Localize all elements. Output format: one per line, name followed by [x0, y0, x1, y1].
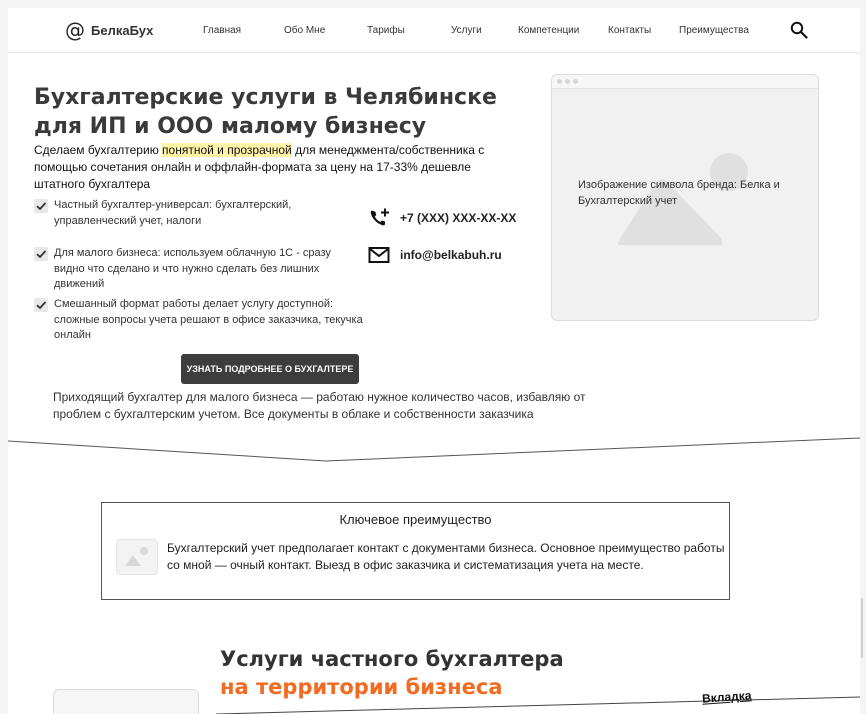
section-divider — [8, 437, 860, 462]
nav-item-advantages[interactable]: Преимущества — [679, 25, 749, 36]
checkmark-icon — [34, 199, 48, 213]
phone-add-icon — [370, 208, 389, 226]
browser-bar — [552, 75, 818, 89]
nav-item-services[interactable]: Услуги — [451, 25, 482, 36]
checkmark-icon — [34, 298, 48, 312]
nav-item-contacts[interactable]: Контакты — [608, 25, 651, 36]
contact-phone[interactable]: +7 (XXX) XXX-XX-XX — [368, 207, 516, 229]
email-address: info@belkabuh.ru — [400, 248, 502, 262]
scrollbar[interactable] — [861, 598, 863, 658]
mail-icon — [368, 247, 390, 263]
image-caption: Изображение символа бренда: Белка и Бухг… — [578, 179, 780, 207]
brand-image-placeholder: Изображение символа бренда: Белка и Бухг… — [551, 74, 819, 321]
learn-more-button[interactable]: УЗНАТЬ ПОДРОБНЕЕ О БУХГАЛТЕРЕ — [181, 354, 359, 384]
logo[interactable]: @ БелкаБух — [65, 20, 153, 40]
image-placeholder-icon — [116, 539, 158, 575]
services-title-part1: Услуги — [220, 647, 311, 671]
contact-email[interactable]: info@belkabuh.ru — [368, 246, 502, 264]
hero-subtitle-highlight: понятной и прозрачной — [162, 143, 292, 157]
site-header: @ БелкаБух Главная Обо Мне Тарифы Услуги… — [8, 8, 860, 53]
nav-item-competencies[interactable]: Компетенции — [518, 25, 579, 36]
search-icon[interactable] — [790, 21, 808, 39]
key-advantage-box: Ключевое преимущество Бухгалтерский учет… — [101, 502, 730, 600]
hero-subtitle-pre: Сделаем бухгалтерию — [34, 143, 163, 157]
hero-title: Бухгалтерские услуги в Челябинске для ИП… — [34, 85, 497, 139]
hero-subtitle: Сделаем бухгалтерию понятной и прозрачно… — [34, 142, 504, 193]
nav-item-pricing[interactable]: Тарифы — [367, 25, 405, 36]
logo-text: БелкаБух — [91, 22, 154, 38]
check-item: Смешанный формат работы делает услугу до… — [34, 297, 364, 344]
check-item-text: Смешанный формат работы делает услугу до… — [54, 298, 363, 341]
check-item: Для малого бизнеса: используем облачную … — [34, 246, 364, 293]
check-item-text: Для малого бизнеса: используем облачную … — [54, 247, 331, 290]
phone-number: +7 (XXX) XXX-XX-XX — [400, 211, 517, 225]
key-advantage-title: Ключевое преимущество — [339, 512, 492, 527]
main-content: Бухгалтерские услуги в Челябинске для ИП… — [8, 53, 863, 714]
hero-note: Приходящий бухгалтер для малого бизнеса … — [53, 390, 586, 421]
services-title-part2: частного бухгалтера — [310, 647, 564, 671]
check-item: Частный бухгалтер-универсал: бухгалтерск… — [34, 198, 364, 229]
key-advantage-text: Бухгалтерский учет предполагает контакт … — [167, 541, 725, 572]
at-sign-icon: @ — [65, 18, 85, 42]
nav-item-home[interactable]: Главная — [203, 25, 241, 36]
check-item-text: Частный бухгалтер-универсал: бухгалтерск… — [54, 199, 292, 227]
nav-item-about[interactable]: Обо Мне — [284, 25, 325, 36]
checkmark-icon — [34, 247, 48, 261]
